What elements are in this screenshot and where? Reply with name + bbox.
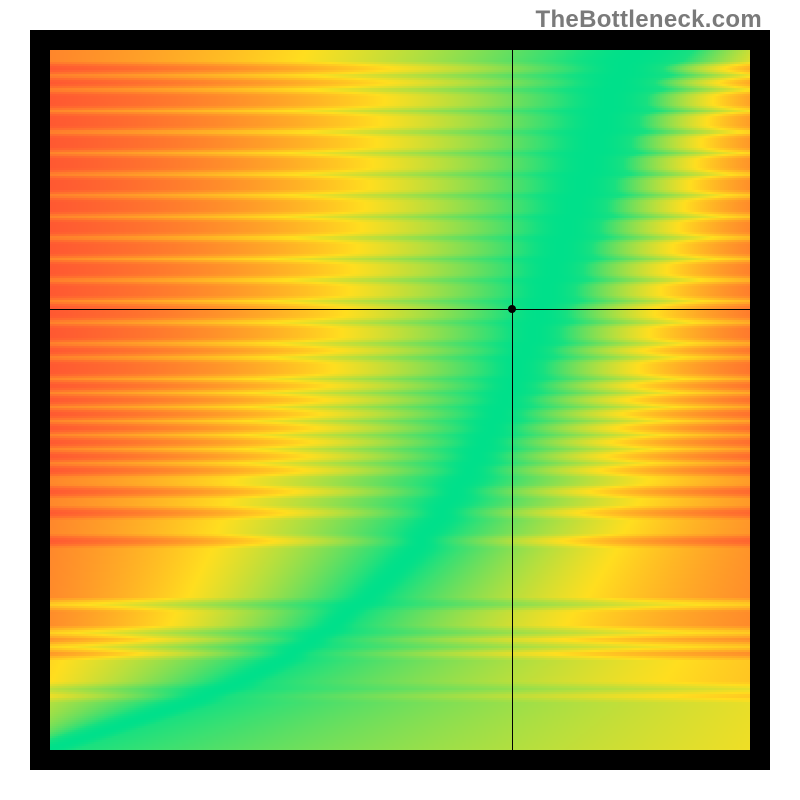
crosshair-vertical [512, 50, 513, 750]
crosshair-marker [508, 305, 516, 313]
plot-frame [30, 30, 770, 770]
chart-container: TheBottleneck.com [0, 0, 800, 800]
heatmap-canvas [50, 50, 750, 750]
crosshair-horizontal [50, 309, 750, 310]
